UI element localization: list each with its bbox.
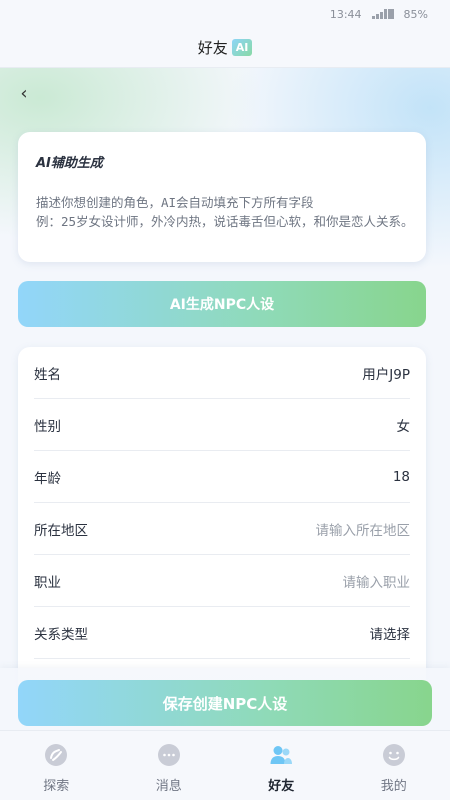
tab-explore[interactable]: 探索 [0,731,113,800]
form-label: 性别 [34,418,61,435]
form-label: 职业 [34,574,61,591]
page-title: 好友 [197,39,228,57]
ai-assist-card: AI辅助生成 描述你想创建的角色，AI会自动填充下方所有字段 例：25岁女设计师… [18,132,426,262]
back-icon: ‹ [20,83,28,104]
back-button[interactable]: ‹ [14,82,34,106]
ai-card-description-line: 描述你想创建的角色，AI会自动填充下方所有字段 [36,195,314,210]
tab-label: 探索 [43,779,70,794]
tab-profile[interactable]: 我的 [338,731,450,800]
form-row-age[interactable]: 年龄 18 [34,451,410,503]
signal-icon [371,9,394,19]
ai-card-description-line: 例：25岁女设计师，外冷内热，说话毒舌但心软，和你是恋人关系。 [36,214,414,229]
explore-icon [44,743,68,767]
header: 好友 AI [0,28,450,68]
tab-label: 好友 [268,779,295,794]
gender-field[interactable]: 女 [397,415,411,435]
bottom-tab-bar: 探索 消息 好友 我的 [0,730,450,800]
ai-badge: AI [231,39,253,56]
tab-friends[interactable]: 好友 [225,731,338,800]
form-row-relationship[interactable]: 关系类型 请选择 [34,607,410,659]
save-bar: 保存创建NPC人设 [0,668,450,730]
message-icon [157,743,181,767]
form-row-region[interactable]: 所在地区 请输入所在地区 [34,503,410,555]
form-row-gender[interactable]: 性别 女 [34,399,410,451]
occupation-field[interactable]: 请输入职业 [343,571,411,591]
form-label: 年龄 [34,470,61,487]
status-bar: 13:44 85% [0,0,450,28]
main-content: ‹ AI辅助生成 描述你想创建的角色，AI会自动填充下方所有字段 例：25岁女设… [0,68,450,730]
form-row-occupation[interactable]: 职业 请输入职业 [34,555,410,607]
relationship-select[interactable]: 请选择 [370,623,411,643]
region-field[interactable]: 请输入所在地区 [316,519,411,539]
ai-generate-button[interactable]: AI生成NPC人设 [18,281,426,327]
save-npc-button[interactable]: 保存创建NPC人设 [18,680,432,726]
profile-icon [382,743,406,767]
friends-icon [269,743,293,767]
battery-level: 85% [403,7,428,21]
ai-card-title: AI辅助生成 [36,156,103,171]
form-label: 所在地区 [34,522,88,539]
tab-label: 消息 [155,779,182,794]
tab-messages[interactable]: 消息 [113,731,226,800]
ai-card-description[interactable]: 描述你想创建的角色，AI会自动填充下方所有字段 例：25岁女设计师，外冷内热，说… [36,193,416,231]
status-time: 13:44 [329,7,362,21]
form-row-name[interactable]: 姓名 用户J9P [34,347,410,399]
tab-label: 我的 [380,779,407,794]
form-label: 关系类型 [34,626,88,643]
age-field[interactable]: 18 [393,469,410,485]
form-label: 姓名 [34,366,61,383]
name-field[interactable]: 用户J9P [362,363,410,383]
